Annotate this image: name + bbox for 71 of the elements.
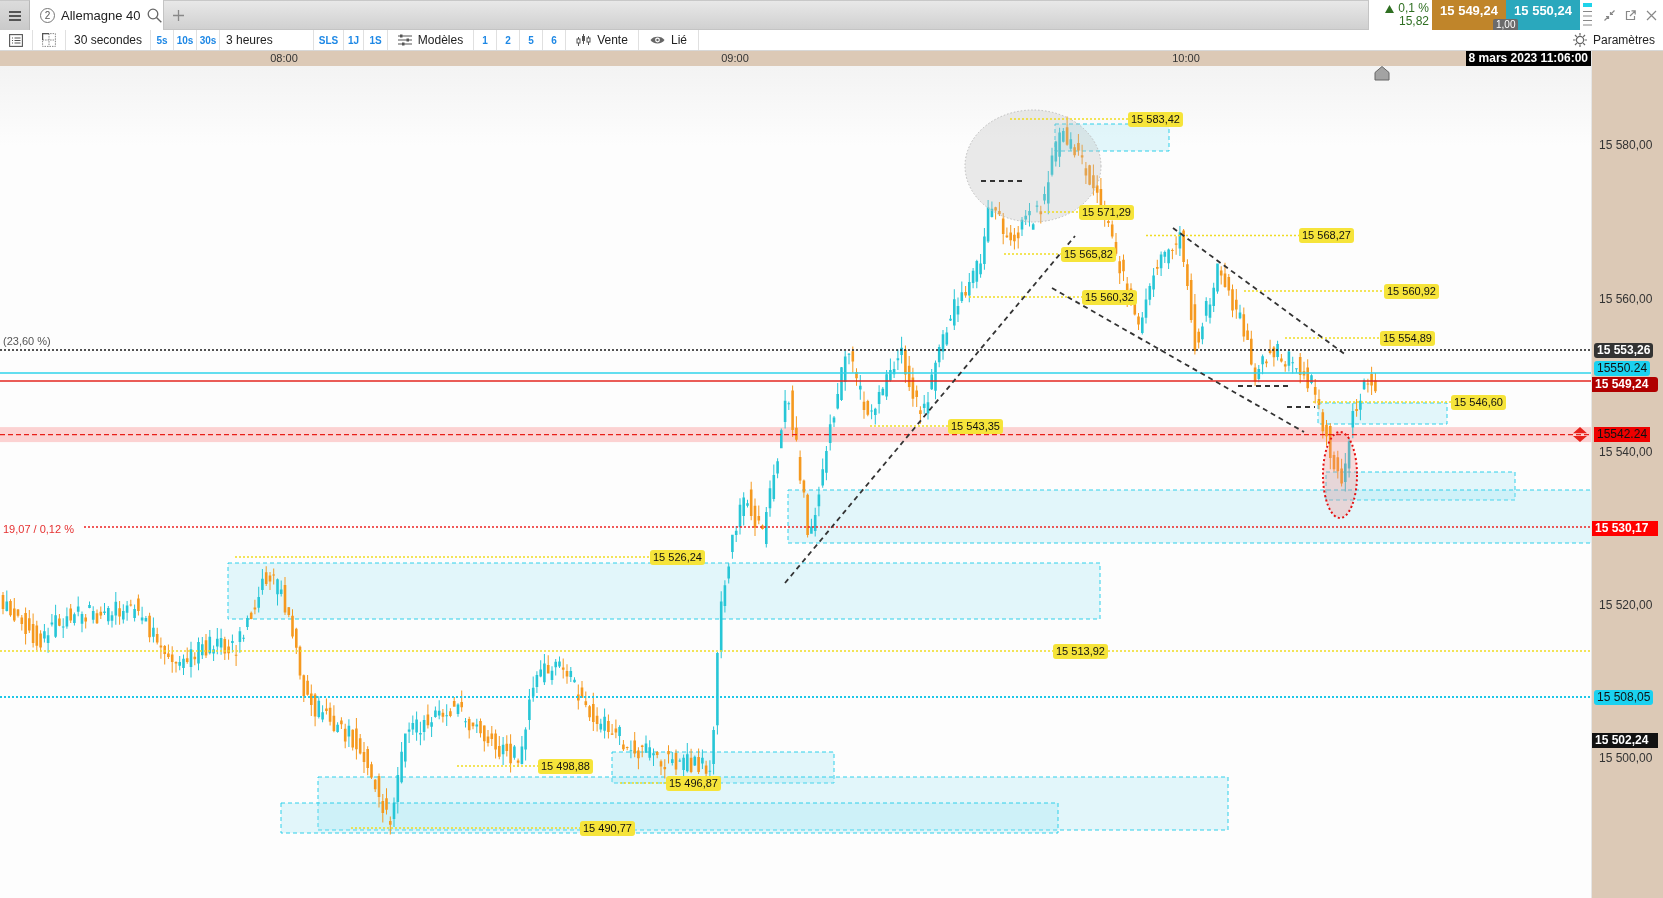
price-tag: 15 502,24 xyxy=(1592,732,1659,748)
change-points: 15,82 xyxy=(1398,15,1429,28)
price-label: 15 513,92 xyxy=(1053,643,1108,659)
price-guide-line xyxy=(619,782,667,784)
price-tag: 15 530,17 xyxy=(1592,520,1659,536)
time-label: 10:00 xyxy=(1171,52,1201,65)
layout-icon xyxy=(42,33,56,47)
price-label: 15 565,82 xyxy=(1061,246,1116,262)
link-button[interactable]: Lié xyxy=(639,30,699,50)
level-dash xyxy=(1286,406,1316,408)
interval-preset-button[interactable]: 30s xyxy=(197,30,220,50)
price-label: 15 560,92 xyxy=(1384,283,1439,299)
interval-dropdown[interactable]: 30 secondes xyxy=(66,30,151,50)
spread-badge: 1,00 xyxy=(1493,19,1519,30)
price-label: 15 571,29 xyxy=(1079,204,1134,220)
range-preset-button[interactable]: 1J xyxy=(344,30,364,50)
price-label: 15 496,87 xyxy=(666,775,721,791)
price-label: 15 560,32 xyxy=(1082,289,1137,305)
price-label: 15 498,88 xyxy=(538,758,593,774)
depth-bars-icon[interactable] xyxy=(1583,3,1592,26)
template-preset-button[interactable]: 1 xyxy=(474,30,497,50)
price-label: 15 490,77 xyxy=(580,820,635,836)
chart-type-button[interactable]: Vente xyxy=(566,30,639,50)
price-tag: 15542.24 xyxy=(1594,427,1651,443)
template-preset-button[interactable]: 5 xyxy=(520,30,543,50)
sliders-icon xyxy=(397,34,412,46)
price-tag: 15 549,24 xyxy=(1592,376,1659,392)
price-label: 15 554,89 xyxy=(1380,330,1435,346)
level-note: 19,07 / 0,12 % xyxy=(3,522,74,536)
time-label: 08:00 xyxy=(269,52,299,65)
price-tick-label: 15 580,00 xyxy=(1599,138,1653,153)
popout-icon[interactable] xyxy=(1625,9,1636,21)
price-label: 15 543,35 xyxy=(948,418,1003,434)
change-percent: 0,1 % xyxy=(1398,2,1429,15)
time-label: 09:00 xyxy=(720,52,750,65)
search-icon[interactable] xyxy=(146,7,162,23)
menu-button[interactable] xyxy=(0,0,30,30)
template-preset-button[interactable]: 2 xyxy=(497,30,520,50)
close-icon[interactable] xyxy=(1646,9,1657,21)
up-down-arrows-icon[interactable] xyxy=(1573,427,1587,443)
price-label: 15 526,24 xyxy=(650,549,705,565)
price-tag: 15 553,26 xyxy=(1594,342,1654,358)
price-label: 15 546,60 xyxy=(1451,394,1506,410)
range-preset-button[interactable]: SLS xyxy=(314,30,344,50)
price-tag: 15550.24 xyxy=(1594,360,1651,376)
range-dropdown[interactable]: 3 heures xyxy=(220,30,314,50)
price-tick-label: 15 540,00 xyxy=(1599,444,1653,459)
interval-preset-button[interactable]: 10s xyxy=(174,30,197,50)
price-guide-line xyxy=(1003,253,1062,255)
settings-button[interactable]: Paramètres xyxy=(1572,30,1663,50)
plus-icon xyxy=(172,9,184,21)
level-dash xyxy=(1237,385,1291,387)
range-preset-button[interactable]: 1S xyxy=(364,30,388,50)
level-note: (23,60 %) xyxy=(3,334,51,348)
price-label: 15 583,42 xyxy=(1128,111,1183,127)
price-tick-label: 15 500,00 xyxy=(1599,751,1653,766)
menu-icon xyxy=(8,10,21,21)
price-tag: 15 508,05 xyxy=(1594,689,1654,705)
price-label: 15 568,27 xyxy=(1299,228,1354,243)
price-guide-line xyxy=(1043,211,1080,213)
collapse-icon[interactable] xyxy=(1604,9,1615,21)
templates-button[interactable]: Modèles xyxy=(388,30,474,50)
interval-preset-button[interactable]: 5s xyxy=(151,30,174,50)
candlestick-icon xyxy=(576,33,592,47)
eye-icon xyxy=(650,35,665,45)
cursor-time-tag: 8 mars 2023 11:06:00 xyxy=(1465,51,1591,66)
list-icon xyxy=(9,33,23,47)
settings-icon xyxy=(1572,33,1587,47)
price-tick-label: 15 520,00 xyxy=(1599,598,1653,612)
template-preset-button[interactable]: 6 xyxy=(543,30,566,50)
price-tick-label: 15 560,00 xyxy=(1599,291,1653,306)
